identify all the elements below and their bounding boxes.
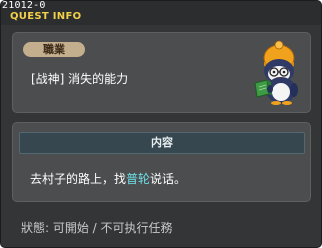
quest-status: 狀態: 可開始 / 不可执行任務 (21, 221, 173, 235)
job-panel: 職業 [战神] 消失的能力 (12, 32, 311, 113)
quest-info-window: 21012-0 QUEST INFO 職業 [战神] 消失的能力 内容 去村子的… (0, 0, 322, 248)
description-text-before: 去村子的路上，找 (30, 172, 127, 186)
window-title: QUEST INFO (10, 11, 82, 22)
content-panel: 内容 去村子的路上，找普轮说话。 (12, 122, 311, 202)
penguin-reading-book-icon (254, 40, 298, 105)
content-header: 内容 (19, 132, 305, 154)
npc-name-link[interactable]: 普轮 (126, 172, 150, 186)
quest-id: 21012-0 (2, 0, 46, 11)
title-bar[interactable]: 21012-0 QUEST INFO (1, 1, 321, 25)
job-badge: 職業 (23, 42, 85, 57)
quest-name: [战神] 消失的能力 (31, 72, 129, 86)
description-text-after: 说话。 (150, 172, 187, 186)
quest-description: 去村子的路上，找普轮说话。 (30, 171, 186, 187)
